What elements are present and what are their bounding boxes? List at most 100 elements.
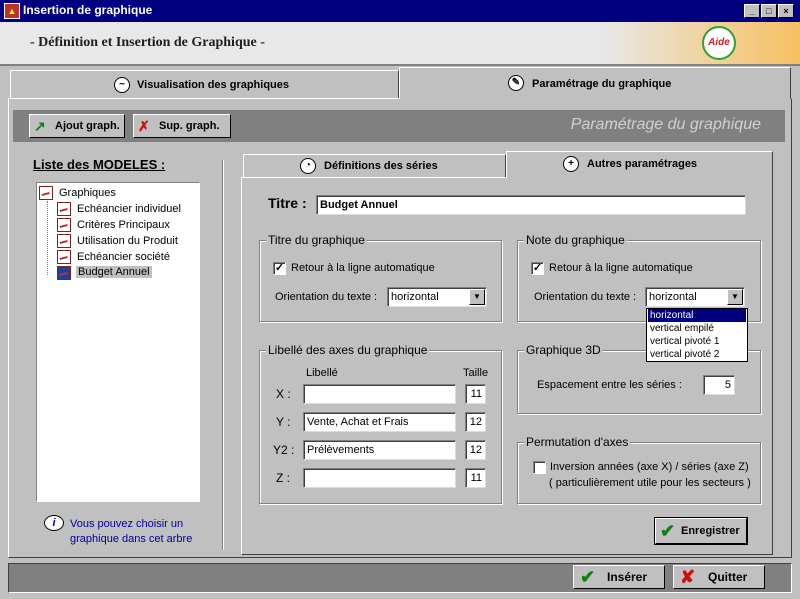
chart-title-orientation-value: horizontal <box>391 291 439 303</box>
tree-item[interactable]: Utilisation du Produit <box>77 235 178 247</box>
header-banner: - Définition et Insertion de Graphique -… <box>0 22 800 66</box>
page-title: - Définition et Insertion de Graphique - <box>30 35 265 50</box>
models-tree[interactable]: Graphiques Echéancier individuel Critère… <box>36 182 200 502</box>
tree-title: Liste des MODELES : <box>33 157 166 172</box>
add-graph-icon: ↗ <box>34 118 46 134</box>
delete-graph-label: Sup. graph. <box>159 120 220 132</box>
add-graph-label: Ajout graph. <box>55 120 120 132</box>
axis-y-label-input[interactable]: Vente, Achat et Frais <box>303 412 456 432</box>
dropdown-option[interactable]: horizontal <box>648 309 746 322</box>
permutation-checkbox[interactable] <box>533 461 546 474</box>
chart-note-wrap-label: Retour à la ligne automatique <box>549 262 693 274</box>
tree-item-selected[interactable]: Budget Annuel <box>76 266 152 278</box>
tab-other-settings[interactable]: + Autres paramétrages <box>506 151 773 179</box>
axis-z-name: Z : <box>276 471 290 485</box>
line-chart-icon: ~ <box>114 77 130 93</box>
chart-icon <box>57 234 71 248</box>
add-graph-button[interactable]: ↗ Ajout graph. <box>29 114 125 138</box>
tab-parametrage[interactable]: ✎ Paramétrage du graphique <box>399 67 791 99</box>
wrench-icon: ✎ <box>508 75 524 91</box>
axis-y2-label-input[interactable]: Prélèvements <box>303 440 456 460</box>
quit-button[interactable]: ✘ Quitter <box>673 565 765 589</box>
axis-z-size-input[interactable]: 11 <box>465 468 486 488</box>
title-input-value: Budget Annuel <box>320 199 398 211</box>
info-icon: i <box>44 515 64 531</box>
insert-label: Insérer <box>607 570 648 584</box>
maximize-button[interactable]: □ <box>761 4 777 18</box>
chart-icon <box>57 218 71 232</box>
dropdown-option[interactable]: vertical pivoté 1 <box>648 335 746 348</box>
spacing-input[interactable]: 5 <box>703 375 735 395</box>
save-label: Enregistrer <box>681 525 740 537</box>
chevron-down-icon[interactable]: ▼ <box>727 289 743 305</box>
axis-z-size-value: 11 <box>470 472 482 484</box>
title-bar: ▲ Insertion de graphique _ □ × <box>0 0 800 22</box>
toolbar-caption: Paramétrage du graphique <box>570 116 761 133</box>
chevron-down-icon[interactable]: ▼ <box>469 289 485 305</box>
toolbar: ↗ Ajout graph. ✗ Sup. graph. Paramétrage… <box>13 110 785 142</box>
dropdown-option[interactable]: vertical pivoté 2 <box>648 348 746 361</box>
graph3d-legend: Graphique 3D <box>524 343 603 357</box>
bar-chart-icon <box>57 266 71 280</box>
chart-note-wrap-checkbox[interactable]: ✓ <box>531 262 544 275</box>
chart-title-wrap-label: Retour à la ligne automatique <box>291 262 435 274</box>
help-button[interactable]: Aide <box>702 26 736 60</box>
tree-root[interactable]: Graphiques <box>59 187 116 199</box>
spacing-label: Espacement entre les séries : <box>537 379 682 391</box>
cross-icon: ✘ <box>680 567 696 587</box>
chart-note-orientation-select[interactable]: horizontal ▼ <box>645 287 745 307</box>
permutation-note: ( particulièrement utile pour les secteu… <box>549 477 751 489</box>
axis-y-size-value: 12 <box>469 416 482 428</box>
chart-icon <box>57 202 71 216</box>
permutation-legend: Permutation d'axes <box>524 435 631 449</box>
quit-label: Quitter <box>708 570 748 584</box>
close-button[interactable]: × <box>778 4 794 18</box>
chart-title-orientation-select[interactable]: horizontal ▼ <box>387 287 487 307</box>
tab-series-definitions-label: Définitions des séries <box>324 160 438 172</box>
tree-item[interactable]: Critères Principaux <box>77 219 170 231</box>
axis-x-name: X : <box>276 387 291 401</box>
axis-x-label-input[interactable] <box>303 384 456 404</box>
title-input[interactable]: Budget Annuel <box>316 195 746 215</box>
graph-folder-icon <box>39 186 53 200</box>
tab-visualisation[interactable]: ~ Visualisation des graphiques <box>10 70 399 98</box>
dropdown-option[interactable]: vertical empilé <box>648 322 746 335</box>
chart-title-legend: Titre du graphique <box>266 233 367 247</box>
axis-y-name: Y : <box>276 415 291 429</box>
tree-item[interactable]: Echéancier individuel <box>77 203 181 215</box>
tab-visualisation-label: Visualisation des graphiques <box>137 79 290 91</box>
axis-y-size-input[interactable]: 12 <box>465 412 486 432</box>
axis-y2-size-value: 12 <box>469 444 482 456</box>
chart-icon <box>57 250 71 264</box>
delete-graph-button[interactable]: ✗ Sup. graph. <box>133 114 231 138</box>
permutation-label: Inversion années (axe X) / séries (axe Z… <box>550 461 749 473</box>
chart-title-group: Titre du graphique <box>259 233 502 322</box>
axis-x-size-value: 11 <box>470 388 482 400</box>
checkmark-icon: ✔ <box>580 567 596 587</box>
insert-button[interactable]: ✔ Insérer <box>573 565 665 589</box>
save-button[interactable]: ✔ Enregistrer <box>654 517 748 545</box>
tab-other-settings-label: Autres paramétrages <box>587 158 698 170</box>
axis-y2-label-value: Prélèvements <box>307 444 375 456</box>
tree-line <box>47 201 48 275</box>
pie-chart-icon: ◔ <box>300 158 316 174</box>
chart-note-orientation-label: Orientation du texte : <box>534 291 637 303</box>
axis-y2-size-input[interactable]: 12 <box>465 440 486 460</box>
delete-graph-icon: ✗ <box>138 118 150 134</box>
axes-col-size: Taille <box>463 367 489 379</box>
tree-hint: Vous pouvez choisir un graphique dans ce… <box>70 518 193 545</box>
axis-y-label-value: Vente, Achat et Frais <box>307 416 409 428</box>
chart-title-wrap-checkbox[interactable]: ✓ <box>273 262 286 275</box>
tree-item[interactable]: Echéancier société <box>77 251 170 263</box>
tab-series-definitions[interactable]: ◔ Définitions des séries <box>243 154 506 178</box>
spacing-value: 5 <box>724 379 731 391</box>
title-label: Titre : <box>268 195 307 211</box>
axes-legend: Libellé des axes du graphique <box>266 343 430 357</box>
axis-z-label-input[interactable] <box>303 468 456 488</box>
minimize-button[interactable]: _ <box>744 4 760 18</box>
axis-x-size-input[interactable]: 11 <box>465 384 486 404</box>
chart-note-orientation-value: horizontal <box>649 291 697 303</box>
orientation-dropdown-list[interactable]: horizontal vertical empilé vertical pivo… <box>646 308 748 362</box>
checkmark-icon: ✔ <box>660 521 676 541</box>
app-icon: ▲ <box>4 3 20 19</box>
